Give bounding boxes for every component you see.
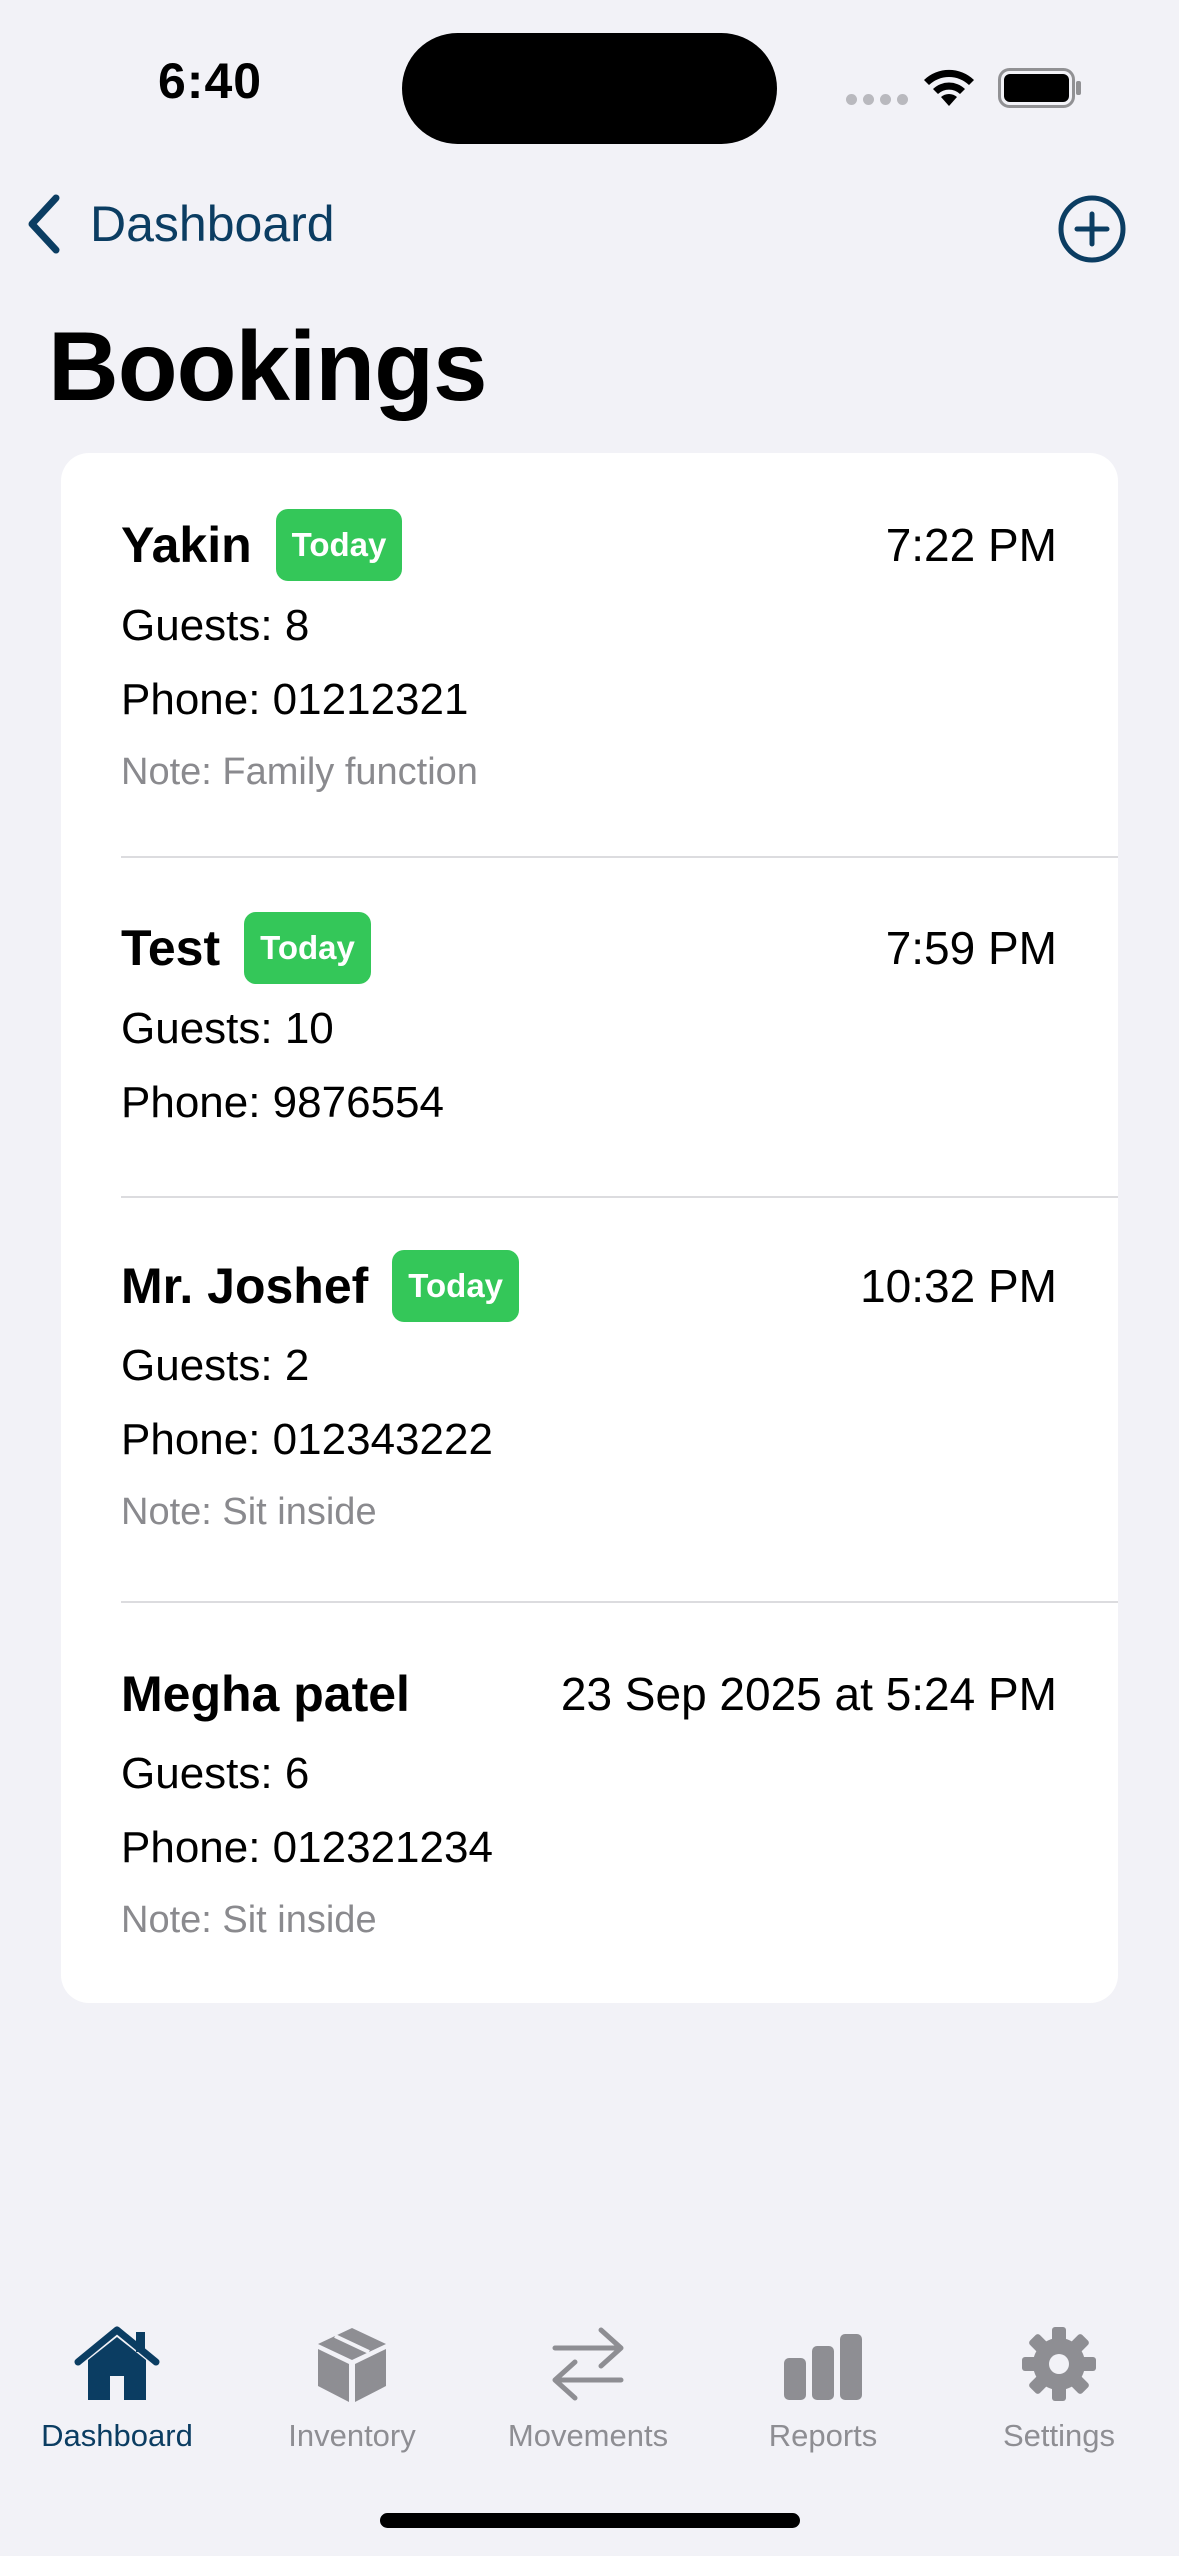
booking-note: Note: Sit inside <box>121 1899 377 1941</box>
guest-name: Megha patel <box>121 1666 410 1722</box>
booking-note: Note: Family function <box>121 751 478 793</box>
guest-count: Guests: 2 <box>121 1341 310 1390</box>
arrows-icon <box>552 2327 624 2401</box>
tab-label: Reports <box>768 2418 878 2453</box>
booking-time: 7:22 PM <box>885 519 1057 571</box>
guest-count: Guests: 8 <box>121 601 310 650</box>
today-badge: Today <box>275 509 403 581</box>
tab-label: Settings <box>1002 2418 1115 2453</box>
guest-name: Yakin <box>121 517 252 573</box>
today-badge: Today <box>244 912 371 984</box>
tab-inventory[interactable]: Inventory <box>242 2324 462 2454</box>
today-badge: Today <box>392 1250 520 1322</box>
gear-icon <box>1022 2327 1096 2401</box>
phone-number: Phone: 01212321 <box>121 675 469 724</box>
box-icon <box>318 2328 386 2402</box>
booking-row[interactable]: Megha patel 23 Sep 2025 at 5:24 PM Guest… <box>61 1603 1118 2003</box>
booking-time: 7:59 PM <box>885 922 1057 974</box>
tab-label: Inventory <box>288 2418 416 2453</box>
guest-name: Test <box>121 920 221 976</box>
house-icon <box>74 2326 160 2400</box>
dynamic-island <box>402 33 777 144</box>
booking-time: 23 Sep 2025 at 5:24 PM <box>560 1668 1057 1720</box>
phone-number: Phone: 012343222 <box>121 1415 493 1464</box>
add-booking-button[interactable] <box>1057 194 1127 264</box>
wifi-icon <box>924 69 974 106</box>
bookings-list: Yakin Today 7:22 PM Guests: 8 Phone: 012… <box>61 453 1118 2003</box>
guest-count: Guests: 10 <box>121 1004 334 1053</box>
booking-note: Note: Sit inside <box>121 1491 377 1533</box>
bar-chart-icon <box>784 2334 862 2400</box>
booking-row[interactable]: Test Today 7:59 PM Guests: 10 Phone: 987… <box>61 858 1118 1198</box>
booking-time: 10:32 PM <box>860 1260 1057 1312</box>
guest-count: Guests: 6 <box>121 1749 310 1798</box>
tab-reports[interactable]: Reports <box>713 2324 933 2454</box>
chevron-left-icon <box>28 194 60 254</box>
page-title: Bookings <box>48 311 487 421</box>
guest-name: Mr. Joshef <box>121 1258 369 1314</box>
phone-number: Phone: 012321234 <box>121 1823 493 1872</box>
tab-settings[interactable]: Settings <box>949 2324 1169 2454</box>
back-label: Dashboard <box>90 196 335 252</box>
tab-label: Dashboard <box>41 2418 193 2453</box>
signal-icon <box>846 94 908 105</box>
booking-row[interactable]: Yakin Today 7:22 PM Guests: 8 Phone: 012… <box>61 453 1118 858</box>
battery-icon <box>998 68 1081 108</box>
phone-number: Phone: 9876554 <box>121 1078 444 1127</box>
back-button[interactable]: Dashboard <box>24 192 335 256</box>
home-indicator[interactable] <box>380 2513 800 2528</box>
tab-movements[interactable]: Movements <box>478 2324 698 2454</box>
status-time: 6:40 <box>158 53 263 109</box>
booking-row[interactable]: Mr. Joshef Today 10:32 PM Guests: 2 Phon… <box>61 1198 1118 1603</box>
tab-dashboard[interactable]: Dashboard <box>7 2324 227 2454</box>
tab-label: Movements <box>507 2418 669 2453</box>
